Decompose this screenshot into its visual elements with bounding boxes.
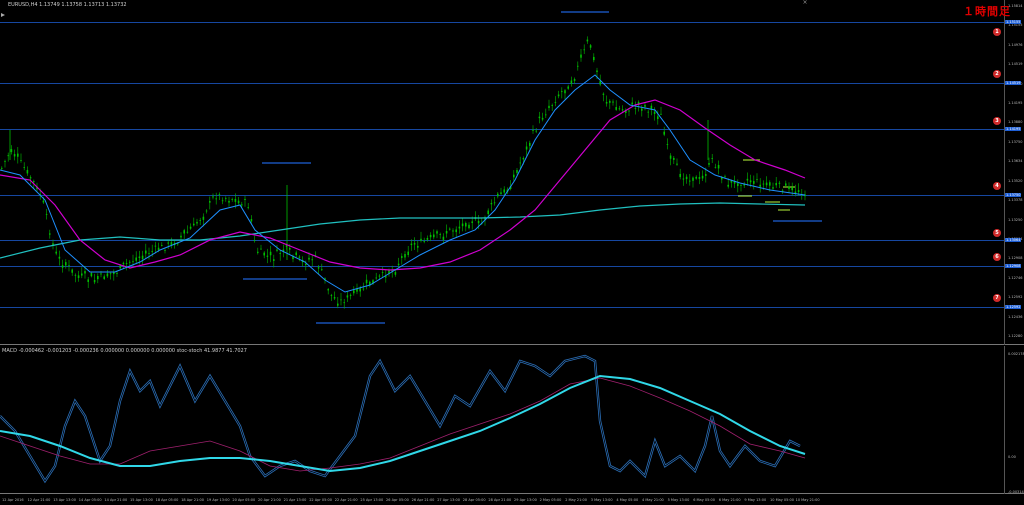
timeframe-badge: １時間足: [963, 5, 1011, 18]
time-label: 18 Apr 21:00: [181, 498, 205, 502]
time-label: 5 May 13:00: [667, 498, 690, 502]
time-label: 20 Apr 21:00: [258, 498, 281, 502]
time-label: 15 Apr 13:00: [130, 498, 153, 502]
indicator-axis-label: 0.002178: [1008, 352, 1024, 356]
level-marker: 3: [993, 117, 1001, 125]
time-label: 6 May 21:00: [718, 498, 741, 502]
price-tag: 1.13750: [1005, 193, 1022, 197]
time-label: 13 Apr 13:00: [53, 498, 77, 502]
price-label: 1.13250: [1008, 217, 1023, 222]
chart-title: EURUSD,H4 1.13749 1.13758 1.13713 1.1373…: [8, 2, 127, 8]
time-label: 27 Apr 13:00: [437, 498, 461, 502]
price-label: 1.12592: [1008, 295, 1023, 300]
time-label: 14 Apr 21:00: [104, 498, 128, 502]
indicator-axis-label: 0.00: [1008, 455, 1016, 459]
time-label: 19 Apr 13:00: [206, 498, 230, 502]
time-label: 3 May 13:00: [590, 498, 613, 502]
level-marker: 5: [993, 229, 1001, 237]
price-label: 1.15155: [1008, 23, 1023, 28]
time-label: 18 Apr 05:00: [155, 498, 179, 502]
time-label: 10 May 21:00: [795, 498, 820, 502]
price-label: 1.12280: [1008, 334, 1023, 338]
price-tag: 1.12592: [1005, 305, 1022, 309]
price-label: 1.15814: [1008, 4, 1023, 8]
time-label: 10 May 05:00: [770, 498, 795, 502]
time-label: 22 Apr 05:00: [309, 498, 333, 502]
price-tag: 1.14195: [1005, 127, 1022, 131]
close-icon[interactable]: ×: [802, 0, 808, 6]
time-label: 4 May 05:00: [616, 498, 639, 502]
price-label: 1.13520: [1008, 178, 1023, 183]
price-label: 1.12436: [1008, 314, 1023, 319]
time-label: 4 May 21:00: [642, 498, 664, 502]
level-marker: 6: [993, 253, 1001, 261]
price-label: 1.13378: [1008, 198, 1023, 203]
price-tag: 1.13064: [1005, 238, 1022, 242]
time-label: 2 May 05:00: [539, 498, 562, 502]
level-marker: 4: [993, 182, 1001, 190]
price-chart[interactable]: [0, 0, 1024, 345]
price-label: 1.13880: [1008, 120, 1023, 125]
time-label: 28 Apr 05:00: [462, 498, 486, 502]
time-label: 29 Apr 13:00: [514, 498, 537, 502]
price-label: 1.12908: [1008, 256, 1023, 261]
time-label: 21 Apr 13:00: [283, 498, 307, 502]
time-label: 14 Apr 05:00: [78, 498, 102, 502]
time-label: 26 Apr 21:00: [411, 498, 435, 502]
time-label: 2 May 21:00: [565, 498, 587, 502]
price-tag: 1.12908: [1005, 264, 1022, 268]
time-label: 25 Apr 13:00: [360, 498, 384, 502]
time-label: 26 Apr 05:00: [386, 498, 409, 502]
time-label: 12 Apr 21:00: [27, 498, 51, 502]
price-label: 1.13634: [1008, 159, 1023, 164]
indicator-axis-label: -0.003149: [1008, 490, 1024, 494]
time-label: 22 Apr 21:00: [334, 498, 358, 502]
time-label: 20 Apr 05:00: [232, 498, 256, 502]
price-label: 1.14195: [1008, 101, 1023, 106]
time-label: 9 May 13:00: [744, 498, 767, 502]
indicator-chart[interactable]: [0, 346, 1024, 494]
price-label: 1.14976: [1008, 42, 1023, 47]
price-tag: 1.14519: [1005, 81, 1022, 85]
time-label: 28 Apr 21:00: [488, 498, 512, 502]
price-label: 1.14519: [1008, 62, 1023, 67]
level-marker: 1: [993, 28, 1001, 36]
price-label: 1.13750: [1008, 139, 1023, 144]
level-marker: 7: [993, 294, 1001, 302]
time-label: 6 May 05:00: [693, 498, 715, 502]
time-label: 12 Apr 2016: [2, 498, 24, 502]
chart-menu-icon[interactable]: [1, 2, 5, 17]
price-tag: 1.15155: [1005, 20, 1022, 24]
price-label: 1.12746: [1008, 275, 1023, 280]
level-marker: 2: [993, 70, 1001, 78]
indicator-title: MACD -0.000462 -0.001203 -0.000236 0.000…: [2, 348, 247, 354]
